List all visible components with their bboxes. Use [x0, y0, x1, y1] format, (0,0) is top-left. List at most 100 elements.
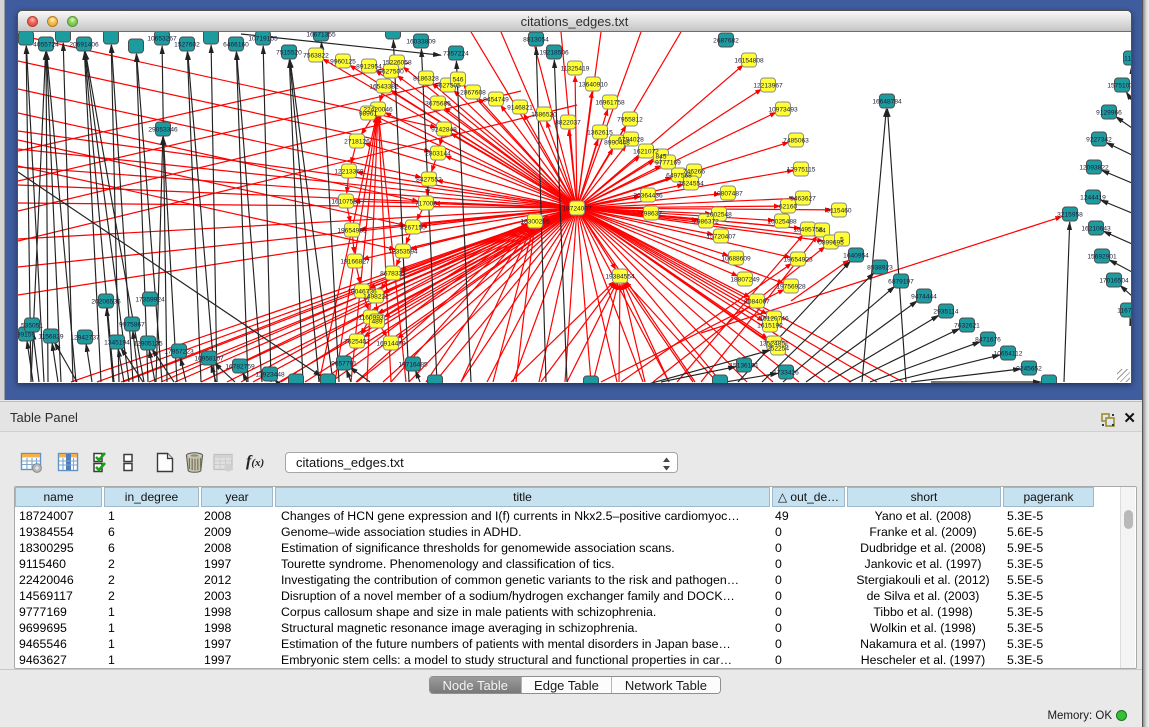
svg-text:16648784: 16648784 — [872, 98, 902, 105]
svg-text:12213967: 12213967 — [753, 82, 783, 89]
svg-text:4055724: 4055724 — [33, 41, 59, 48]
svg-text:489: 489 — [371, 318, 382, 325]
svg-text:8813054: 8813054 — [523, 36, 549, 43]
svg-text:7625402: 7625402 — [344, 338, 370, 345]
svg-text:3215958: 3215958 — [1057, 211, 1083, 218]
svg-text:10973493: 10973493 — [768, 106, 798, 113]
svg-text:16210643: 16210643 — [1081, 225, 1111, 232]
svg-text:20691406: 20691406 — [69, 41, 99, 48]
svg-text:8267150: 8267150 — [400, 224, 426, 231]
svg-text:9657791: 9657791 — [331, 360, 357, 367]
svg-text:10807487: 10807487 — [713, 190, 743, 197]
svg-text:62160: 62160 — [779, 203, 798, 210]
svg-text:9129966: 9129966 — [1096, 109, 1122, 116]
svg-text:15136141: 15136141 — [729, 362, 759, 369]
svg-text:19218506: 19218506 — [539, 49, 569, 56]
svg-text:44: 44 — [818, 227, 826, 234]
svg-text:19384554: 19384554 — [605, 273, 635, 280]
svg-text:8822037: 8822037 — [555, 119, 581, 126]
svg-text:15720407: 15720407 — [706, 233, 736, 240]
svg-text:9242848: 9242848 — [431, 126, 457, 133]
svg-text:7955812: 7955812 — [617, 116, 643, 123]
svg-text:15226058: 15226058 — [382, 59, 412, 66]
svg-text:18300295: 18300295 — [520, 218, 550, 225]
svg-text:16033809: 16033809 — [406, 38, 436, 45]
svg-text:798637: 798637 — [640, 210, 662, 217]
svg-text:10958107: 10958107 — [194, 355, 224, 362]
svg-text:6879197: 6879197 — [888, 278, 914, 285]
svg-text:9115460: 9115460 — [826, 207, 852, 214]
svg-text:12213369: 12213369 — [334, 168, 364, 175]
svg-text:19716485: 19716485 — [398, 361, 428, 368]
svg-text:16782759: 16782759 — [225, 363, 255, 370]
svg-text:2935114: 2935114 — [933, 308, 959, 315]
svg-text:8938923: 8938923 — [867, 264, 893, 271]
svg-text:5: 5 — [840, 236, 844, 243]
svg-text:13640910: 13640910 — [578, 81, 608, 88]
svg-text:16154808: 16154808 — [734, 57, 764, 64]
svg-text:1640954: 1640954 — [843, 252, 869, 259]
svg-text:10025488: 10025488 — [767, 218, 797, 225]
svg-text:252254: 252254 — [767, 345, 789, 352]
svg-text:19654923: 19654923 — [783, 256, 813, 263]
svg-text:39159: 39159 — [18, 331, 35, 338]
svg-text:16107553: 16107553 — [331, 198, 361, 205]
svg-text:8186328: 8186328 — [413, 75, 439, 82]
svg-text:1002548: 1002548 — [706, 211, 732, 218]
svg-text:15751074: 15751074 — [1107, 82, 1131, 89]
svg-text:1244419: 1244419 — [1080, 194, 1106, 201]
svg-text:9245652: 9245652 — [1016, 365, 1042, 372]
svg-text:9627500: 9627500 — [378, 68, 404, 75]
svg-text:6466160: 6466160 — [223, 41, 249, 48]
svg-text:9474444: 9474444 — [911, 293, 937, 300]
svg-text:116753: 116753 — [1117, 307, 1131, 314]
svg-text:3675685: 3675685 — [425, 100, 451, 107]
svg-text:7632621: 7632621 — [954, 322, 980, 329]
svg-text:7986372: 7986372 — [693, 218, 719, 225]
svg-text:7357224: 7357224 — [443, 50, 469, 57]
svg-text:1117: 1117 — [1124, 55, 1131, 62]
svg-text:12975115: 12975115 — [787, 166, 816, 173]
svg-text:15692901: 15692901 — [1087, 253, 1117, 260]
svg-text:12353594: 12353594 — [388, 248, 418, 255]
svg-text:1345194: 1345194 — [104, 339, 130, 346]
svg-text:9960125: 9960125 — [330, 58, 356, 65]
svg-text:12905135: 12905135 — [133, 340, 163, 347]
svg-text:19756928: 19756928 — [776, 283, 806, 290]
svg-text:16120746: 16120746 — [759, 315, 789, 322]
svg-text:10719155: 10719155 — [248, 35, 278, 42]
svg-text:16671355: 16671355 — [306, 32, 336, 38]
svg-text:9777169: 9777169 — [655, 159, 681, 166]
svg-text:1586520: 1586520 — [531, 111, 557, 118]
svg-text:29053346: 29053346 — [148, 126, 178, 133]
svg-text:98961: 98961 — [359, 110, 378, 117]
svg-text:20364436: 20364436 — [633, 192, 663, 199]
svg-text:17359924: 17359924 — [135, 296, 165, 303]
svg-text:9084067: 9084067 — [744, 298, 770, 305]
svg-text:2687682: 2687682 — [713, 37, 739, 44]
svg-text:18807249: 18807249 — [730, 276, 760, 283]
svg-text:8427552: 8427552 — [416, 176, 442, 183]
svg-text:10654112: 10654112 — [994, 350, 1023, 357]
svg-text:1733426: 1733426 — [773, 369, 799, 376]
svg-text:2867608: 2867608 — [460, 89, 486, 96]
svg-text:17957223: 17957223 — [164, 348, 194, 355]
svg-text:12093822: 12093822 — [1079, 164, 1109, 171]
svg-text:12942737: 12942737 — [70, 334, 100, 341]
svg-text:6794028: 6794028 — [618, 136, 644, 143]
svg-text:546: 546 — [452, 76, 463, 83]
svg-text:3624554: 3624554 — [678, 180, 704, 187]
svg-text:18724007: 18724007 — [562, 205, 592, 212]
svg-text:717006: 717006 — [415, 200, 437, 207]
svg-text:1527602: 1527602 — [174, 41, 200, 48]
svg-text:7485063: 7485063 — [783, 137, 809, 144]
svg-text:12923448: 12923448 — [255, 371, 285, 378]
svg-text:17016504: 17016504 — [1099, 277, 1129, 284]
svg-text:16914479: 16914479 — [376, 340, 406, 347]
svg-text:535051: 535051 — [21, 322, 43, 329]
svg-text:1498222: 1498222 — [363, 293, 389, 300]
svg-text:1615192: 1615192 — [757, 322, 783, 329]
svg-text:7515520: 7515520 — [276, 49, 302, 56]
svg-text:11325419: 11325419 — [561, 65, 590, 72]
svg-text:1362615: 1362615 — [587, 129, 613, 136]
